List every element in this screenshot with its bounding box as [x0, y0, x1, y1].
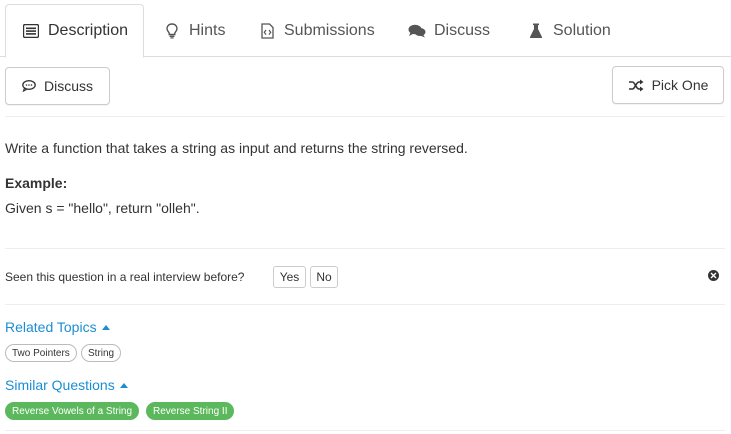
tab-label: Hints [189, 21, 226, 39]
problem-statement: Write a function that takes a string as … [5, 140, 468, 156]
tab-solution[interactable]: Solution [527, 4, 611, 57]
similar-questions-toggle[interactable]: Similar Questions [5, 377, 128, 393]
example-text: Given s = "hello", return "olleh". [5, 200, 200, 216]
caret-up-icon [101, 324, 110, 330]
pick-one-button[interactable]: Pick One [612, 66, 724, 104]
tab-label: Submissions [284, 21, 375, 39]
tab-label: Discuss [434, 21, 491, 39]
topic-tag[interactable]: String [81, 344, 122, 362]
close-icon[interactable] [708, 270, 719, 281]
topic-tag[interactable]: Two Pointers [5, 344, 77, 362]
tab-label: Description [48, 22, 129, 39]
code-file-icon [258, 22, 276, 40]
tab-submissions[interactable]: Submissions [258, 4, 375, 57]
divider [5, 304, 725, 305]
tab-label: Solution [553, 21, 611, 39]
divider [5, 116, 725, 117]
comment-icon [22, 80, 36, 92]
pick-one-button-label: Pick One [651, 77, 709, 93]
description-icon [22, 22, 40, 40]
comments-icon [408, 22, 426, 40]
lightbulb-icon [163, 22, 181, 40]
no-button[interactable]: No [310, 266, 338, 288]
shuffle-icon [628, 79, 644, 92]
related-topics-heading: Related Topics [5, 319, 97, 335]
example-heading: Example: [5, 175, 68, 191]
problem-tab-bar: Description Hints Submissions Discuss So… [0, 0, 731, 58]
flask-icon [527, 22, 545, 40]
discuss-button[interactable]: Discuss [5, 67, 110, 105]
similar-question-tag[interactable]: Reverse Vowels of a String [5, 402, 140, 420]
related-topics-toggle[interactable]: Related Topics [5, 319, 110, 335]
discuss-button-label: Discuss [43, 78, 93, 94]
similar-question-tag[interactable]: Reverse String II [146, 402, 235, 420]
tab-hints[interactable]: Hints [163, 4, 225, 57]
divider [5, 430, 725, 431]
divider [5, 248, 725, 249]
caret-up-icon [119, 382, 128, 388]
tab-discuss[interactable]: Discuss [408, 4, 490, 57]
similar-questions-heading: Similar Questions [5, 377, 115, 393]
tab-description[interactable]: Description [5, 4, 144, 58]
yes-button[interactable]: Yes [273, 266, 306, 288]
interview-question: Seen this question in a real interview b… [5, 270, 245, 284]
